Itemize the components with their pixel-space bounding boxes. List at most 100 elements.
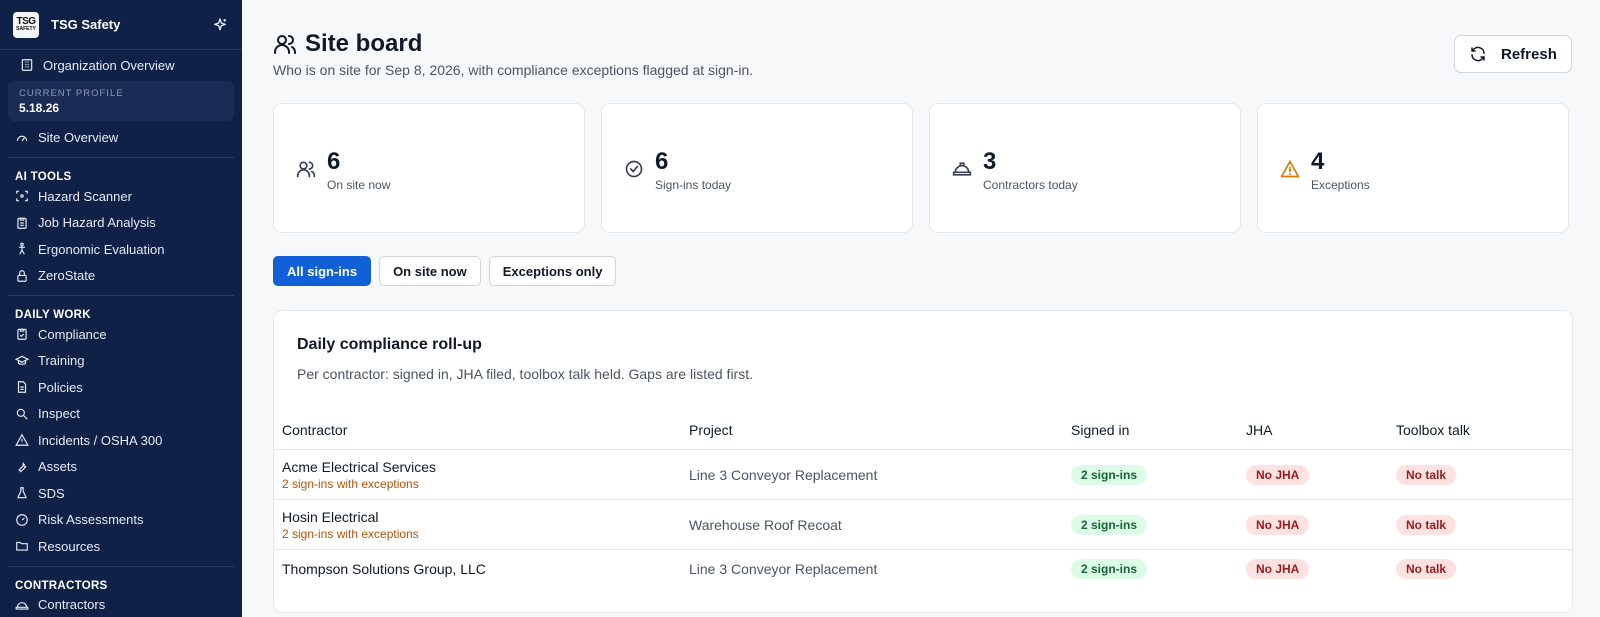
stat-value: 6 (655, 148, 669, 175)
page-subtitle: Who is on site for Sep 8, 2026, with com… (273, 62, 754, 78)
card-title: Daily compliance roll-up (297, 336, 482, 353)
sidebar-item-training[interactable]: Training (0, 348, 242, 375)
sidebar-item-assets[interactable]: Assets (0, 454, 242, 481)
divider (8, 565, 234, 567)
sidebar-item-zerostate[interactable]: ZeroState (0, 263, 242, 290)
stat-label: Sign-ins today (655, 178, 732, 192)
gauge-icon (15, 513, 29, 527)
column-header[interactable]: Toolbox talk (1396, 422, 1572, 438)
sidebar-item-label: Site Overview (38, 130, 119, 146)
column-header[interactable]: JHA (1246, 422, 1396, 438)
column-header[interactable]: Signed in (1071, 422, 1246, 438)
divider (8, 295, 234, 296)
sidebar-item-label: ZeroState (38, 268, 96, 284)
hard-hat-icon (952, 159, 972, 179)
signed-in-badge: 2 sign-ins (1071, 514, 1148, 535)
table-row[interactable]: Thompson Solutions Group, LLC Line 3 Con… (274, 550, 1572, 587)
refresh-label: Refresh (1501, 45, 1557, 63)
sidebar-item-job-hazard-analysis[interactable]: Job Hazard Analysis (0, 210, 242, 237)
rollup-table: Contractor Project Signed in JHA Toolbox… (274, 410, 1572, 587)
brand: TSG SAFETY TSG Safety (0, 0, 242, 50)
sidebar-item-label: Assets (38, 459, 78, 475)
sidebar-item-incidents[interactable]: Incidents / OSHA 300 (0, 427, 242, 454)
sidebar-item-label: Job Hazard Analysis (38, 215, 156, 231)
users-icon (273, 32, 297, 56)
stat-label: Contractors today (983, 178, 1078, 192)
sidebar-item-label: Organization Overview (43, 57, 175, 73)
sidebar-item-compliance[interactable]: Compliance (0, 321, 242, 348)
compliance-rollup-card: Daily compliance roll-up Per contractor:… (273, 310, 1573, 613)
sidebar-item-ergonomic-evaluation[interactable]: Ergonomic Evaluation (0, 236, 242, 263)
toolbox-badge: No talk (1396, 558, 1457, 579)
contractor-name: Thompson Solutions Group, LLC (282, 560, 486, 577)
exceptions-note: 2 sign-ins with exceptions (282, 476, 419, 491)
contractor-cell: Hosin Electrical 2 sign-ins with excepti… (274, 509, 689, 541)
filter-on-site-now[interactable]: On site now (379, 256, 481, 286)
refresh-button[interactable]: Refresh (1454, 35, 1572, 73)
contractor-name: Acme Electrical Services (282, 458, 437, 475)
column-header[interactable]: Contractor (274, 422, 689, 438)
stat-card-sign-ins: 6 Sign-ins today (601, 103, 913, 233)
stat-value: 3 (983, 148, 997, 175)
current-profile[interactable]: CURRENT PROFILE 5.18.26 (8, 80, 234, 121)
clipboard-check-icon (15, 327, 29, 341)
sidebar-item-label: Contractors (38, 597, 106, 613)
sidebar-item-label: Ergonomic Evaluation (38, 241, 165, 257)
jha-badge: No JHA (1246, 464, 1310, 485)
filter-exceptions-only[interactable]: Exceptions only (488, 256, 617, 286)
jha-badge: No JHA (1246, 558, 1310, 579)
sidebar-item-label: Policies (38, 379, 83, 395)
sidebar-item-hazard-scanner[interactable]: Hazard Scanner (0, 183, 242, 210)
sidebar-item-label: Training (38, 353, 85, 369)
section-heading-ai-tools: AI TOOLS (15, 171, 72, 183)
project-cell: Warehouse Roof Recoat (689, 516, 842, 533)
sidebar-item-policies[interactable]: Policies (0, 374, 242, 401)
section-heading-daily-work: DAILY WORK (15, 309, 91, 321)
signed-in-badge: 2 sign-ins (1071, 464, 1148, 485)
person-icon (15, 242, 29, 256)
main-content: Site board Who is on site for Sep 8, 202… (242, 0, 1600, 617)
sparkle-icon[interactable] (211, 16, 229, 34)
sidebar-item-label: Compliance (38, 326, 107, 342)
sidebar: TSG SAFETY TSG Safety Organization Overv… (0, 0, 242, 617)
signed-in-badge: 2 sign-ins (1071, 558, 1148, 579)
refresh-icon (1469, 45, 1487, 63)
stat-label: On site now (327, 178, 391, 192)
contractor-cell: Acme Electrical Services 2 sign-ins with… (274, 459, 689, 491)
wrench-icon (15, 460, 29, 474)
sidebar-item-resources[interactable]: Resources (0, 533, 242, 560)
jha-badge: No JHA (1246, 514, 1310, 535)
brand-name: TSG Safety (51, 17, 121, 32)
sidebar-item-label: Incidents / OSHA 300 (38, 432, 163, 448)
warning-icon (15, 433, 29, 447)
filter-tabs: All sign-ins On site now Exceptions only (273, 256, 617, 286)
project-cell: Line 3 Conveyor Replacement (689, 560, 878, 577)
sidebar-item-site-overview[interactable]: Site Overview (0, 125, 242, 152)
graduation-cap-icon (15, 354, 29, 368)
sidebar-item-organization-overview[interactable]: Organization Overview (0, 52, 242, 79)
sidebar-item-label: Risk Assessments (38, 512, 144, 528)
sidebar-item-inspect[interactable]: Inspect (0, 401, 242, 428)
stat-label: Exceptions (1311, 178, 1370, 192)
column-header[interactable]: Project (689, 422, 1071, 438)
stat-card-on-site: 6 On site now (273, 103, 585, 233)
contractor-name: Hosin Electrical (282, 508, 379, 525)
stat-card-exceptions: 4 Exceptions (1257, 103, 1569, 233)
filter-all-sign-ins[interactable]: All sign-ins (273, 256, 372, 286)
page-title: Site board (273, 30, 422, 58)
sidebar-item-contractors[interactable]: Contractors (0, 592, 242, 617)
hard-hat-icon (15, 598, 29, 612)
logo-subtext: SAFETY (16, 26, 36, 32)
sidebar-item-sds[interactable]: SDS (0, 480, 242, 507)
table-row[interactable]: Acme Electrical Services 2 sign-ins with… (274, 450, 1572, 500)
contractor-cell: Thompson Solutions Group, LLC (274, 561, 689, 577)
table-row[interactable]: Hosin Electrical 2 sign-ins with excepti… (274, 500, 1572, 550)
stat-value: 4 (1311, 148, 1325, 175)
brand-logo[interactable]: TSG SAFETY (13, 11, 39, 38)
sidebar-item-risk-assessments[interactable]: Risk Assessments (0, 507, 242, 534)
card-description: Per contractor: signed in, JHA filed, to… (297, 366, 753, 382)
toolbox-badge: No talk (1396, 514, 1457, 535)
section-heading-contractors: CONTRACTORS (15, 579, 108, 592)
stat-card-contractors: 3 Contractors today (929, 103, 1241, 233)
divider (8, 157, 234, 158)
